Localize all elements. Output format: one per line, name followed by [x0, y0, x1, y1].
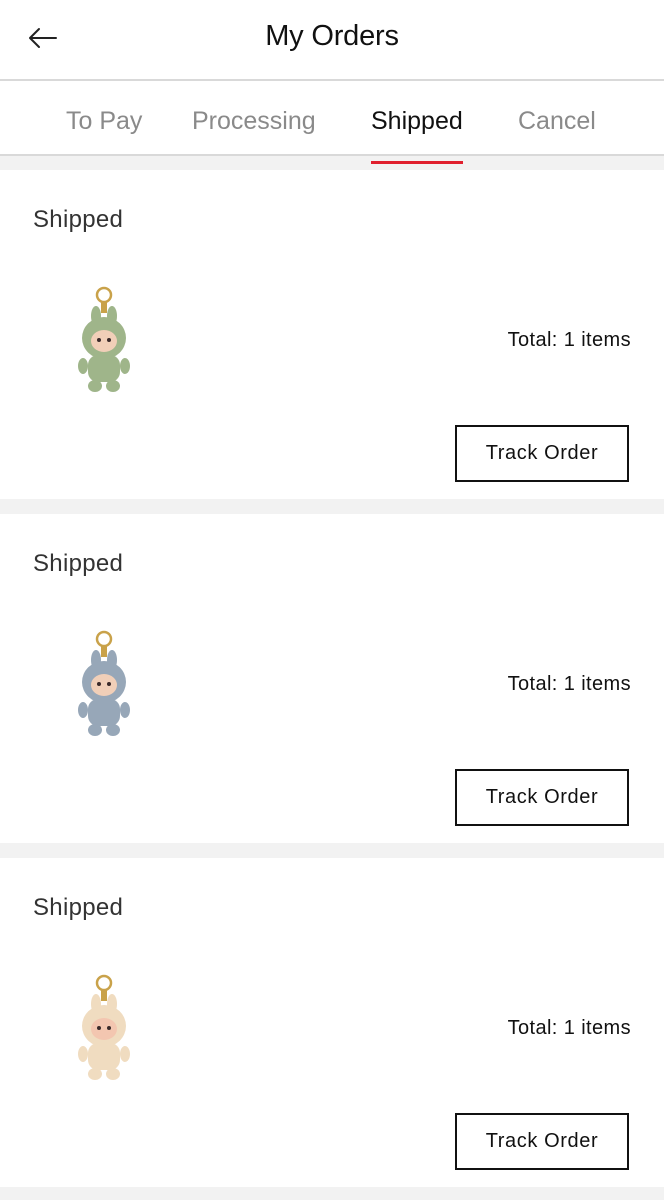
- page-title: My Orders: [265, 20, 399, 52]
- order-card: Shipped Total: 1 items Track Order: [0, 170, 664, 499]
- track-order-button[interactable]: Track Order: [455, 425, 629, 482]
- app-header: My Orders: [0, 0, 664, 81]
- track-order-button[interactable]: Track Order: [455, 1113, 629, 1170]
- plush-keychain-blue-icon: [78, 630, 130, 736]
- order-tabs: To Pay Processing Shipped Cancel: [0, 81, 664, 164]
- order-status: Shipped: [33, 206, 124, 233]
- active-tab-indicator: [371, 161, 463, 164]
- product-thumbnail[interactable]: [68, 280, 140, 400]
- tab-processing[interactable]: Processing: [192, 107, 316, 136]
- order-card: Shipped Total: 1 items Track Order: [0, 514, 664, 843]
- tab-shipped[interactable]: Shipped: [371, 107, 463, 164]
- tab-to-pay[interactable]: To Pay: [66, 107, 142, 136]
- order-total: Total: 1 items: [507, 1017, 631, 1039]
- order-total: Total: 1 items: [507, 329, 631, 351]
- order-status: Shipped: [33, 550, 124, 577]
- plush-keychain-cream-icon: [78, 974, 130, 1080]
- track-order-button[interactable]: Track Order: [455, 769, 629, 826]
- tab-shipped-label: Shipped: [371, 107, 463, 135]
- order-total: Total: 1 items: [507, 673, 631, 695]
- tab-cancel[interactable]: Cancel: [518, 107, 596, 136]
- product-thumbnail[interactable]: [68, 968, 140, 1088]
- plush-keychain-green-icon: [78, 286, 130, 392]
- product-thumbnail[interactable]: [68, 624, 140, 744]
- order-status: Shipped: [33, 894, 124, 921]
- order-card: Shipped Total: 1 items Track Order: [0, 858, 664, 1187]
